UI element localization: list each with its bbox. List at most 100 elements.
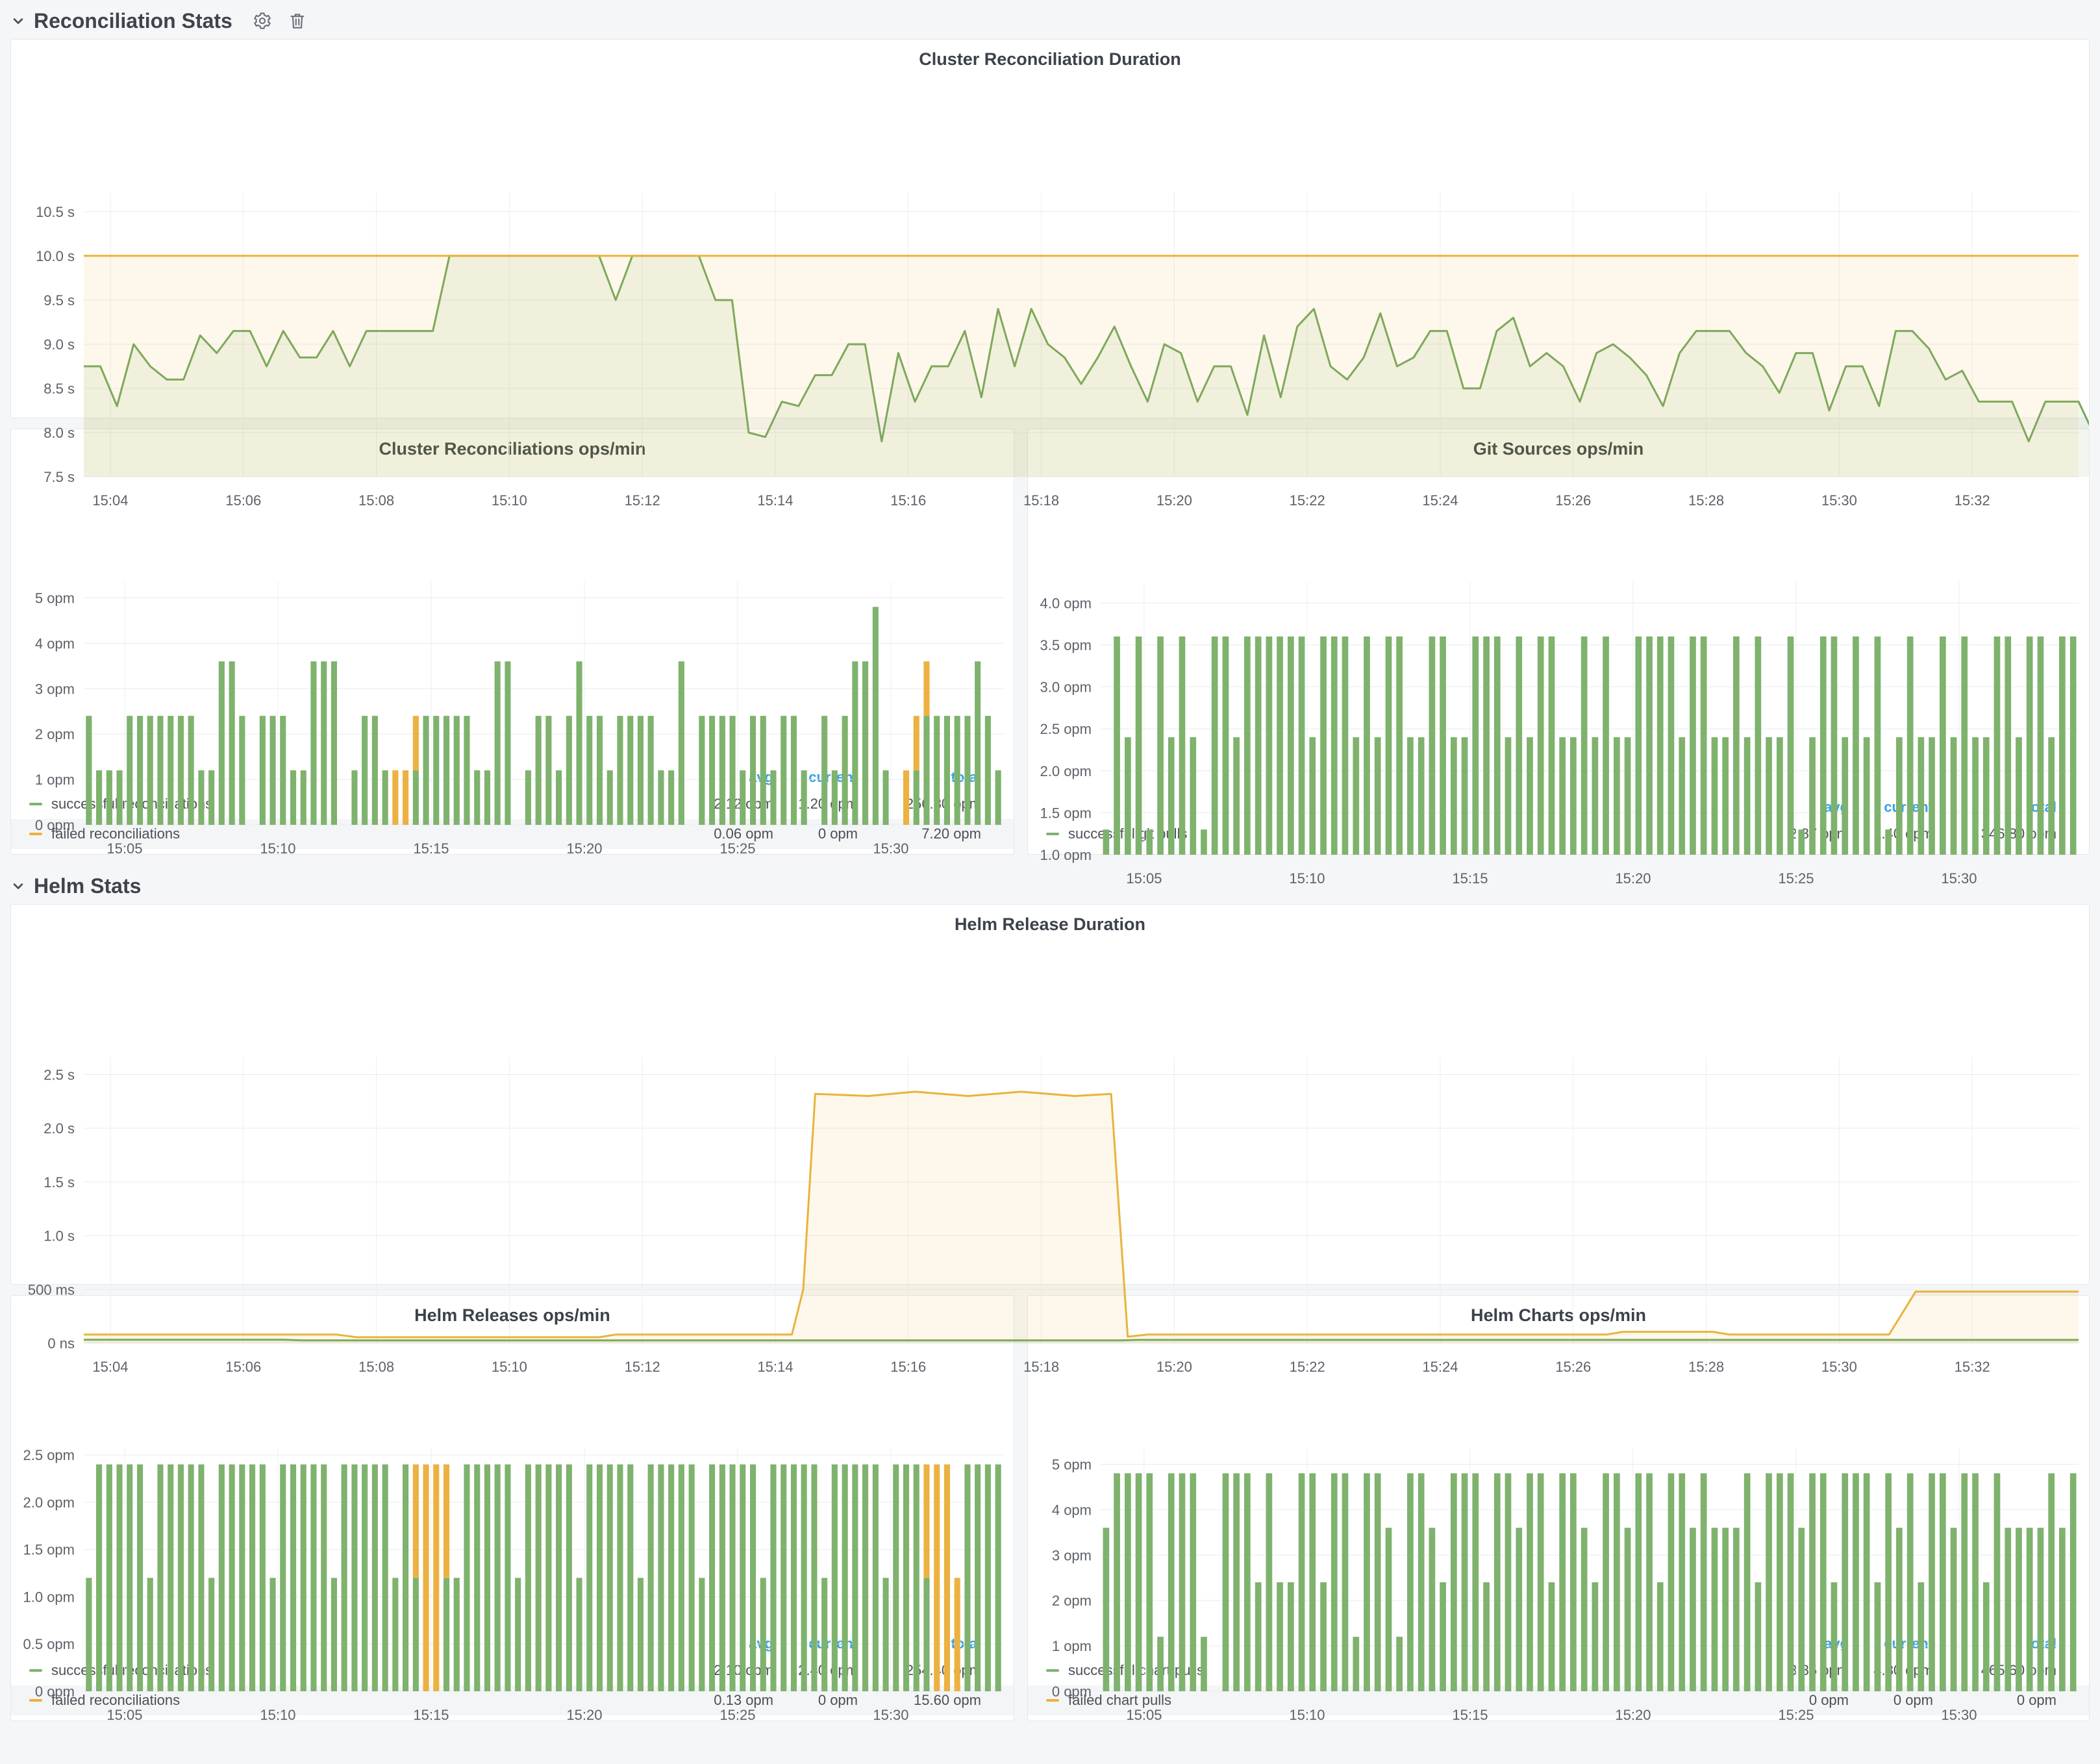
bar-successful-reconciliations	[106, 770, 112, 825]
bar-successful-git-pulls	[1581, 636, 1588, 855]
bar-successful-git-pulls	[1266, 636, 1273, 855]
x-tick-label: 15:10	[260, 840, 295, 857]
bar-successful-reconciliations	[577, 1578, 582, 1691]
bar-successful-git-pulls	[1375, 737, 1381, 855]
bar-successful-reconciliations	[781, 716, 786, 825]
chart-canvas[interactable]: 5 opm4 opm3 opm2 opm1 opm0 opm15:0515:10…	[11, 565, 1014, 866]
bar-successful-reconciliations	[821, 1578, 827, 1691]
section-title[interactable]: Helm Stats	[34, 874, 141, 898]
bar-successful-chart-pulls	[1364, 1473, 1370, 1691]
bar-successful-git-pulls	[2027, 636, 2033, 855]
chart-cluster-reconciliations-opm[interactable]: 5 opm4 opm3 opm2 opm1 opm0 opm15:0515:10…	[11, 464, 1014, 766]
bar-failed-reconciliations	[923, 661, 929, 716]
bar-successful-git-pulls	[1559, 737, 1566, 855]
bar-successful-reconciliations	[413, 1578, 419, 1691]
bar-successful-reconciliations	[96, 1465, 102, 1691]
bar-successful-git-pulls	[1570, 737, 1577, 855]
bar-successful-chart-pulls	[2016, 1528, 2022, 1691]
bar-successful-chart-pulls	[1625, 1528, 1631, 1691]
bar-successful-git-pulls	[1690, 636, 1696, 855]
chart-helm-releases-opm[interactable]: 2.5 opm2.0 opm1.5 opm1.0 opm0.5 opm0 opm…	[11, 1331, 1014, 1632]
bar-successful-chart-pulls	[1103, 1528, 1110, 1691]
bar-successful-reconciliations	[290, 770, 296, 825]
bar-successful-reconciliations	[556, 770, 562, 825]
bar-successful-git-pulls	[1136, 636, 1142, 855]
bar-successful-reconciliations	[536, 1465, 542, 1691]
bar-successful-reconciliations	[117, 1465, 123, 1691]
bar-successful-reconciliations	[137, 716, 143, 825]
bar-successful-reconciliations	[955, 716, 960, 825]
gear-icon[interactable]	[248, 8, 277, 34]
chart-cluster-reconciliation-duration[interactable]: 10.5 s10.0 s9.5 s9.0 s8.5 s8.0 s7.5 s15:…	[11, 75, 2089, 418]
bar-successful-git-pulls	[1614, 737, 1620, 855]
bar-successful-chart-pulls	[1559, 1473, 1566, 1691]
bar-successful-reconciliations	[821, 716, 827, 825]
bar-successful-reconciliations	[985, 1465, 991, 1691]
bar-failed-reconciliations	[413, 716, 419, 770]
chart-helm-charts-opm[interactable]: 5 opm4 opm3 opm2 opm1 opm0 opm15:0515:10…	[1028, 1331, 2089, 1632]
chevron-down-icon[interactable]	[9, 12, 27, 30]
bar-successful-git-pulls	[1983, 737, 1990, 855]
bar-successful-chart-pulls	[1407, 1473, 1414, 1691]
y-tick-label: 500 ms	[28, 1281, 75, 1298]
bar-successful-chart-pulls	[1386, 1528, 1392, 1691]
bar-successful-git-pulls	[1505, 737, 1512, 855]
bar-successful-git-pulls	[1288, 636, 1294, 855]
x-tick-label: 15:05	[106, 1707, 142, 1723]
x-tick-label: 15:05	[1126, 870, 1162, 887]
bar-successful-git-pulls	[1657, 636, 1664, 855]
bar-successful-chart-pulls	[1831, 1582, 1838, 1691]
bar-successful-reconciliations	[883, 1578, 889, 1691]
bar-successful-reconciliations	[198, 1465, 204, 1691]
bar-successful-reconciliations	[597, 716, 603, 825]
trash-icon[interactable]	[283, 8, 312, 34]
bar-successful-reconciliations	[607, 770, 613, 825]
bar-successful-git-pulls	[1875, 636, 1881, 855]
panel-helm-releases-opm: Helm Releases ops/min 2.5 opm2.0 opm1.5 …	[10, 1295, 1014, 1721]
bar-successful-chart-pulls	[1527, 1473, 1533, 1691]
bar-successful-reconciliations	[270, 716, 276, 825]
chevron-down-icon[interactable]	[9, 877, 27, 895]
bar-successful-reconciliations	[709, 716, 715, 825]
x-tick-label: 15:30	[1941, 870, 1977, 887]
x-tick-label: 15:15	[413, 840, 449, 857]
bar-successful-chart-pulls	[1255, 1582, 1262, 1691]
chart-git-sources-opm[interactable]: 4.0 opm3.5 opm3.0 opm2.5 opm2.0 opm1.5 o…	[1028, 464, 2089, 796]
panel-title[interactable]: Cluster Reconciliation Duration	[11, 40, 2089, 75]
bar-successful-reconciliations	[178, 1465, 184, 1691]
bar-successful-reconciliations	[505, 661, 510, 825]
bar-successful-reconciliations	[137, 1465, 143, 1691]
y-tick-label: 0 opm	[35, 1683, 75, 1700]
bar-successful-git-pulls	[2059, 636, 2066, 855]
bar-successful-reconciliations	[791, 716, 797, 825]
chart-canvas[interactable]: 5 opm4 opm3 opm2 opm1 opm0 opm15:0515:10…	[1028, 1431, 2089, 1733]
bar-successful-git-pulls	[1592, 737, 1599, 855]
bar-successful-reconciliations	[249, 1465, 255, 1691]
chart-canvas[interactable]: 4.0 opm3.5 opm3.0 opm2.5 opm2.0 opm1.5 o…	[1028, 565, 2089, 896]
bar-successful-reconciliations	[730, 1465, 736, 1691]
bar-successful-git-pulls	[2048, 737, 2055, 855]
section-header-reconciliation-stats[interactable]: Reconciliation Stats	[0, 0, 2100, 39]
bar-successful-reconciliations	[597, 1465, 603, 1691]
bar-successful-reconciliations	[638, 1578, 644, 1691]
bar-successful-reconciliations	[842, 716, 848, 825]
y-tick-label: 0 opm	[1052, 1683, 1092, 1700]
chart-canvas[interactable]: 2.5 opm2.0 opm1.5 opm1.0 opm0.5 opm0 opm…	[11, 1431, 1014, 1733]
bar-successful-git-pulls	[1429, 636, 1436, 855]
bar-successful-chart-pulls	[1646, 1473, 1653, 1691]
bar-failed-reconciliations	[923, 1465, 929, 1578]
bar-successful-reconciliations	[147, 1578, 153, 1691]
bar-successful-chart-pulls	[1233, 1473, 1240, 1691]
bar-successful-reconciliations	[464, 716, 469, 825]
bar-successful-reconciliations	[433, 716, 439, 825]
bar-successful-chart-pulls	[1429, 1528, 1436, 1691]
bar-successful-chart-pulls	[1614, 1473, 1620, 1691]
bar-successful-reconciliations	[627, 1465, 633, 1691]
section-title[interactable]: Reconciliation Stats	[34, 9, 232, 33]
bar-successful-reconciliations	[719, 1465, 725, 1691]
bar-successful-reconciliations	[362, 1465, 368, 1691]
bar-successful-reconciliations	[791, 1465, 797, 1691]
panel-title[interactable]: Helm Release Duration	[11, 905, 2089, 940]
chart-helm-release-duration[interactable]: 2.5 s2.0 s1.5 s1.0 s500 ms0 ns15:0415:06…	[11, 940, 2089, 1284]
bar-successful-chart-pulls	[1157, 1637, 1164, 1691]
